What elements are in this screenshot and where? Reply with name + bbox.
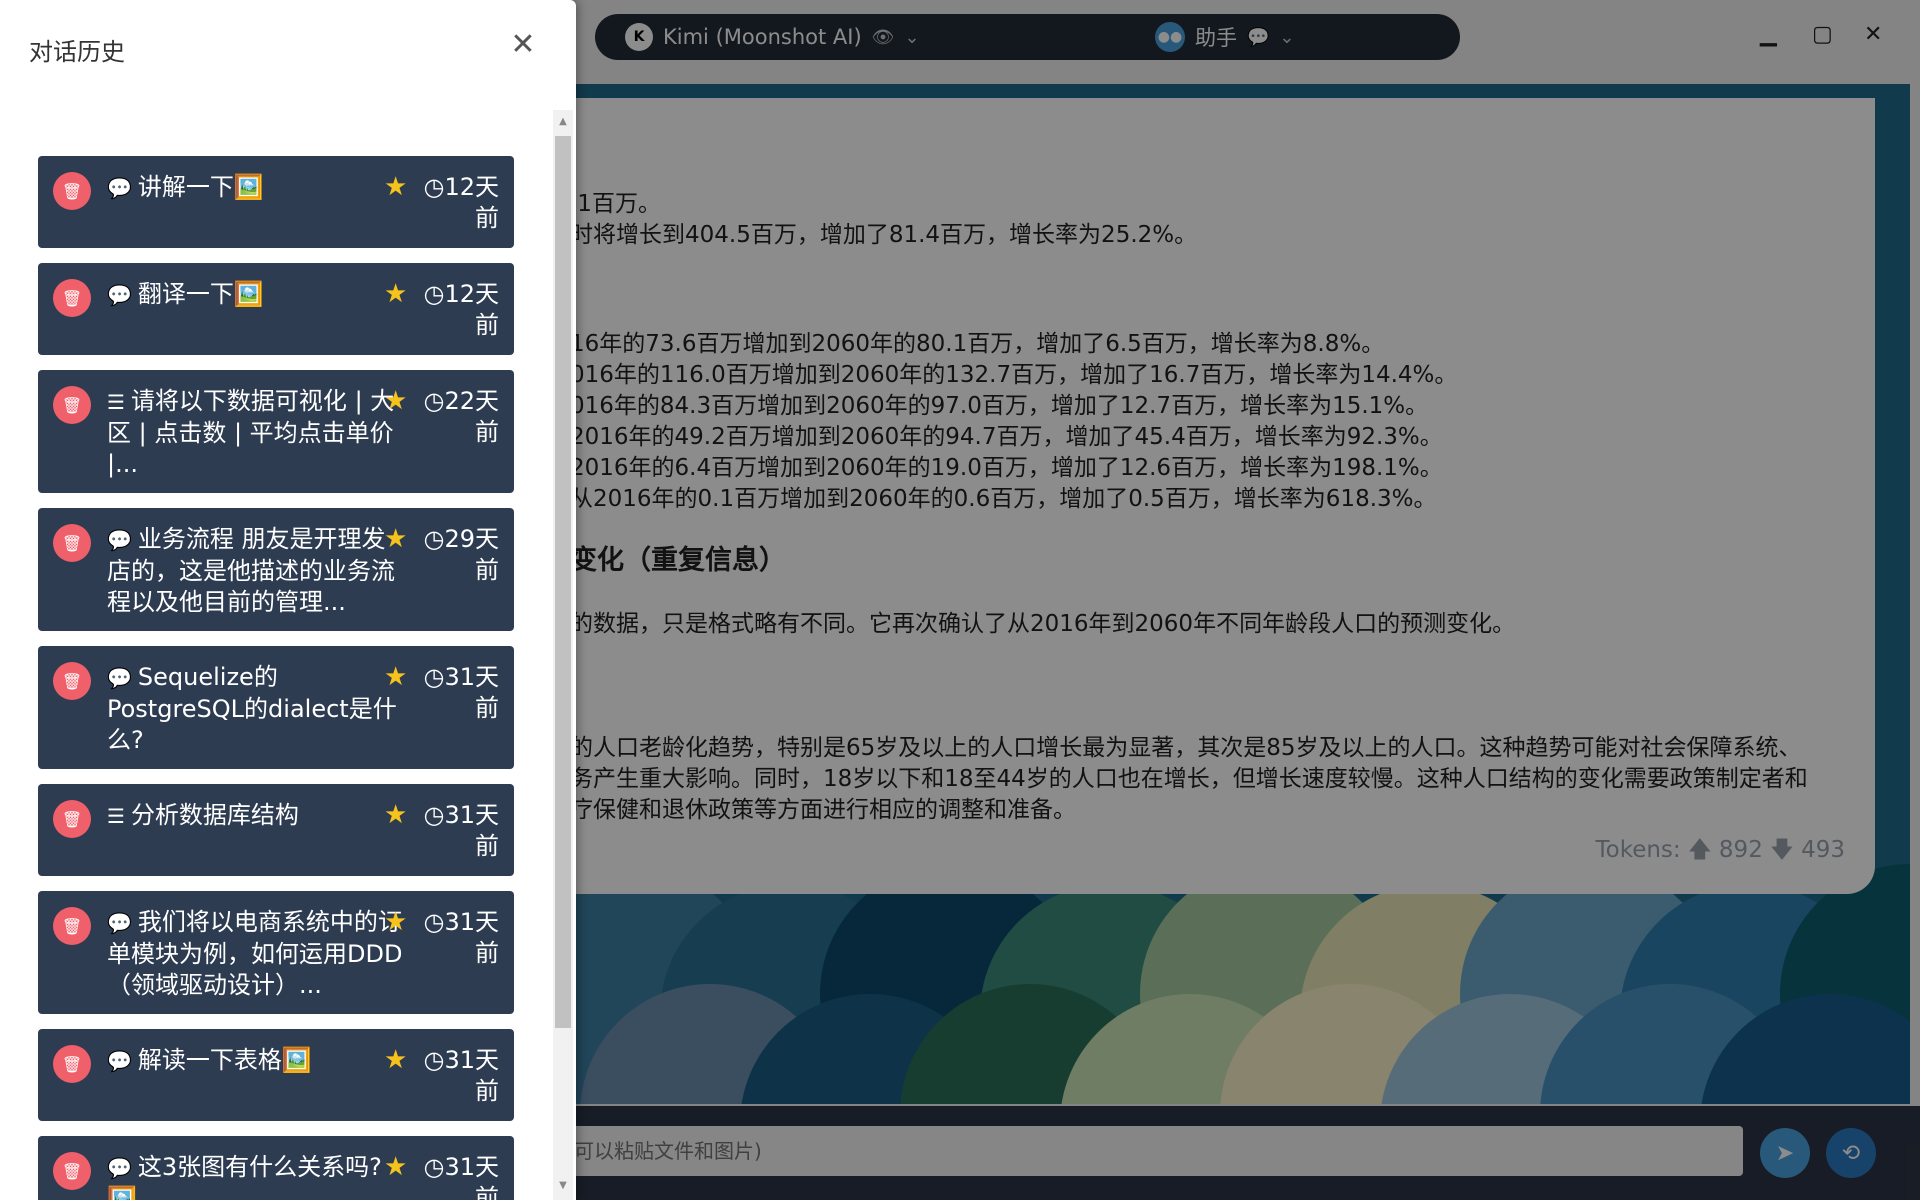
trash-icon: 🗑	[61, 1054, 83, 1074]
history-item[interactable]: 🗑 💬 我们将以电商系统中的订单模块为例，如何运用DDD（领域驱动设计）... ★…	[38, 891, 514, 1014]
star-icon[interactable]: ★	[384, 1152, 407, 1183]
star-icon[interactable]: ★	[384, 907, 407, 938]
trash-icon: 🗑	[61, 288, 83, 308]
trash-icon: 🗑	[61, 395, 83, 415]
history-item-title: ☰ 请将以下数据可视化 | 大区 | 点击数 | 平均点击单价 |...	[107, 387, 395, 478]
star-icon[interactable]: ★	[384, 386, 407, 417]
history-item-time: ◷22天前	[423, 387, 500, 446]
history-item-time: ◷31天前	[423, 908, 500, 967]
trash-icon: 🗑	[61, 1161, 83, 1181]
delete-button[interactable]: 🗑	[53, 1045, 91, 1083]
database-icon: ☰	[107, 390, 125, 414]
delete-button[interactable]: 🗑	[53, 386, 91, 424]
history-item-title: 💬 业务流程 朋友是开理发店的，这是他描述的业务流程以及他目前的管理...	[107, 525, 395, 616]
history-item[interactable]: 🗑 ☰ 请将以下数据可视化 | 大区 | 点击数 | 平均点击单价 |... ★ …	[38, 370, 514, 493]
delete-button[interactable]: 🗑	[53, 800, 91, 838]
history-item[interactable]: 🗑 💬 业务流程 朋友是开理发店的，这是他描述的业务流程以及他目前的管理... ★…	[38, 508, 514, 631]
history-item-time: ◷31天前	[423, 1046, 500, 1105]
delete-button[interactable]: 🗑	[53, 1152, 91, 1190]
trash-icon: 🗑	[61, 533, 83, 553]
trash-icon: 🗑	[61, 809, 83, 829]
scroll-down-arrow[interactable]: ▼	[556, 1180, 570, 1191]
delete-button[interactable]: 🗑	[53, 172, 91, 210]
star-icon[interactable]: ★	[384, 800, 407, 831]
star-icon[interactable]: ★	[384, 1045, 407, 1076]
comments-icon: 💬	[107, 176, 132, 200]
history-item-time: ◷31天前	[423, 1153, 500, 1200]
comments-icon: 💬	[107, 283, 132, 307]
history-item-title: 💬 解读一下表格🖼️	[107, 1046, 312, 1074]
history-list: 🗑 💬 讲解一下🖼️ ★ ◷12天前 🗑 💬 翻译一下🖼️ ★ ◷12天前 🗑 ☰ 请…	[38, 156, 514, 1200]
history-item-time: ◷12天前	[423, 280, 500, 339]
history-item-time: ◷31天前	[423, 663, 500, 722]
star-icon[interactable]: ★	[384, 524, 407, 555]
history-item[interactable]: 🗑 💬 Sequelize的PostgreSQL的dialect是什么? ★ ◷3…	[38, 646, 514, 769]
comments-icon: 💬	[107, 911, 132, 935]
star-icon[interactable]: ★	[384, 662, 407, 693]
comments-icon: 💬	[107, 528, 132, 552]
delete-button[interactable]: 🗑	[53, 279, 91, 317]
trash-icon: 🗑	[61, 916, 83, 936]
history-item-time: ◷29天前	[423, 525, 500, 584]
history-item[interactable]: 🗑 💬 解读一下表格🖼️ ★ ◷31天前	[38, 1029, 514, 1121]
history-item[interactable]: 🗑 💬 讲解一下🖼️ ★ ◷12天前	[38, 156, 514, 248]
database-icon: ☰	[107, 804, 125, 828]
comments-icon: 💬	[107, 1156, 132, 1180]
trash-icon: 🗑	[61, 671, 83, 691]
scroll-up-arrow[interactable]: ▲	[556, 116, 570, 127]
history-item-title: 💬 Sequelize的PostgreSQL的dialect是什么?	[107, 663, 397, 754]
history-drawer: 对话历史 ✕ 🗑 💬 讲解一下🖼️ ★ ◷12天前 🗑 💬 翻译一下🖼️ ★ ◷12…	[0, 0, 576, 1200]
delete-button[interactable]: 🗑	[53, 907, 91, 945]
history-item-time: ◷31天前	[423, 801, 500, 860]
scrollbar-thumb[interactable]	[555, 136, 571, 1028]
history-item[interactable]: 🗑 💬 这3张图有什么关系吗?🖼️ ★ ◷31天前	[38, 1136, 514, 1200]
star-icon[interactable]: ★	[384, 279, 407, 310]
history-item-title: 💬 翻译一下🖼️	[107, 280, 264, 308]
drawer-title: 对话历史	[29, 38, 125, 66]
star-icon[interactable]: ★	[384, 172, 407, 203]
trash-icon: 🗑	[61, 181, 83, 201]
close-drawer-button[interactable]: ✕	[508, 30, 538, 60]
history-item-time: ◷12天前	[423, 173, 500, 232]
comments-icon: 💬	[107, 666, 132, 690]
comments-icon: 💬	[107, 1049, 132, 1073]
history-item[interactable]: 🗑 ☰ 分析数据库结构 ★ ◷31天前	[38, 784, 514, 876]
history-item-title: 💬 讲解一下🖼️	[107, 173, 264, 201]
delete-button[interactable]: 🗑	[53, 662, 91, 700]
history-item-title: ☰ 分析数据库结构	[107, 801, 299, 829]
delete-button[interactable]: 🗑	[53, 524, 91, 562]
history-item[interactable]: 🗑 💬 翻译一下🖼️ ★ ◷12天前	[38, 263, 514, 355]
history-item-title: 💬 我们将以电商系统中的订单模块为例，如何运用DDD（领域驱动设计）...	[107, 908, 403, 999]
history-item-title: 💬 这3张图有什么关系吗?🖼️	[107, 1153, 382, 1200]
